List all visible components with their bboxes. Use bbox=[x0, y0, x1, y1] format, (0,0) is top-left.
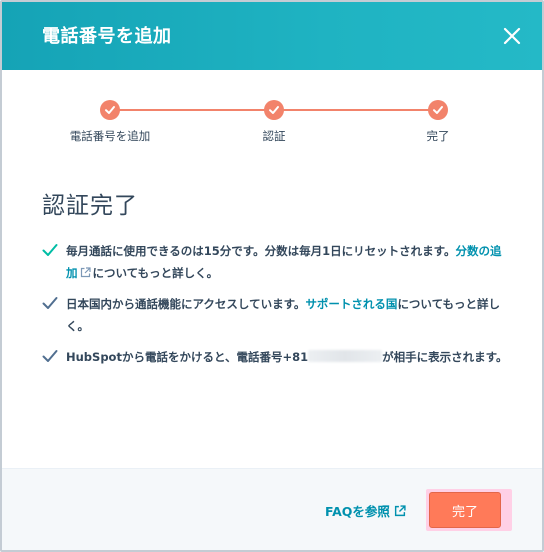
step-connector bbox=[110, 109, 274, 111]
checkmark-icon bbox=[42, 350, 58, 362]
item-text: が相手に表示されます。 bbox=[382, 350, 508, 364]
checkmark-icon bbox=[42, 297, 58, 309]
item-text: 毎月通話に使用できるのは15分です。分数は毎月1日にリセットされます。 bbox=[66, 244, 456, 258]
external-link-icon bbox=[394, 504, 406, 516]
add-phone-dialog: 電話番号を追加 電話番号を追加 認証 完了 認証完了 毎月通話に使用できるのは1… bbox=[0, 0, 544, 552]
external-link-icon bbox=[80, 267, 91, 278]
list-item: 日本国内から通話機能にアクセスしています。サポートされる国についてもっと詳しく。 bbox=[42, 293, 512, 337]
dialog-footer: FAQを参照 完了 bbox=[2, 468, 542, 550]
close-button[interactable] bbox=[498, 22, 526, 50]
step-3-complete bbox=[428, 100, 448, 120]
list-item: 毎月通話に使用できるのは15分です。分数は毎月1日にリセットされます。分数の追加… bbox=[42, 240, 512, 284]
checkmark-icon bbox=[105, 106, 115, 114]
checkmark-icon bbox=[433, 106, 443, 114]
info-list: 毎月通話に使用できるのは15分です。分数は毎月1日にリセットされます。分数の追加… bbox=[42, 240, 512, 377]
faq-link[interactable]: FAQを参照 bbox=[325, 501, 406, 520]
dialog-header: 電話番号を追加 bbox=[2, 2, 542, 70]
step-1-complete bbox=[100, 100, 120, 120]
step-label: 認証 bbox=[262, 129, 286, 143]
step-connector bbox=[274, 109, 438, 111]
step-2-complete bbox=[264, 100, 284, 120]
step-label: 完了 bbox=[426, 129, 450, 143]
masked-phone-number bbox=[308, 350, 383, 362]
checkmark-icon bbox=[42, 244, 58, 256]
checkmark-icon bbox=[269, 106, 279, 114]
done-button-focus-ring: 完了 bbox=[426, 489, 512, 531]
item-text: 日本国内から通話機能にアクセスしています。 bbox=[66, 297, 306, 311]
supported-countries-link[interactable]: サポートされる国 bbox=[305, 297, 397, 311]
dialog-title: 電話番号を追加 bbox=[42, 26, 172, 47]
progress-steps: 電話番号を追加 認証 完了 bbox=[2, 98, 542, 148]
section-heading: 認証完了 bbox=[42, 193, 138, 219]
faq-link-label: FAQを参照 bbox=[325, 504, 390, 519]
item-text: HubSpotから電話をかけると、電話番号+81 bbox=[66, 350, 309, 364]
step-label: 電話番号を追加 bbox=[69, 129, 151, 143]
close-icon bbox=[503, 27, 521, 45]
done-button[interactable]: 完了 bbox=[429, 492, 501, 528]
item-text: についてもっと詳しく。 bbox=[92, 266, 219, 280]
list-item: HubSpotから電話をかけると、電話番号+81 が相手に表示されます。 bbox=[42, 346, 512, 368]
